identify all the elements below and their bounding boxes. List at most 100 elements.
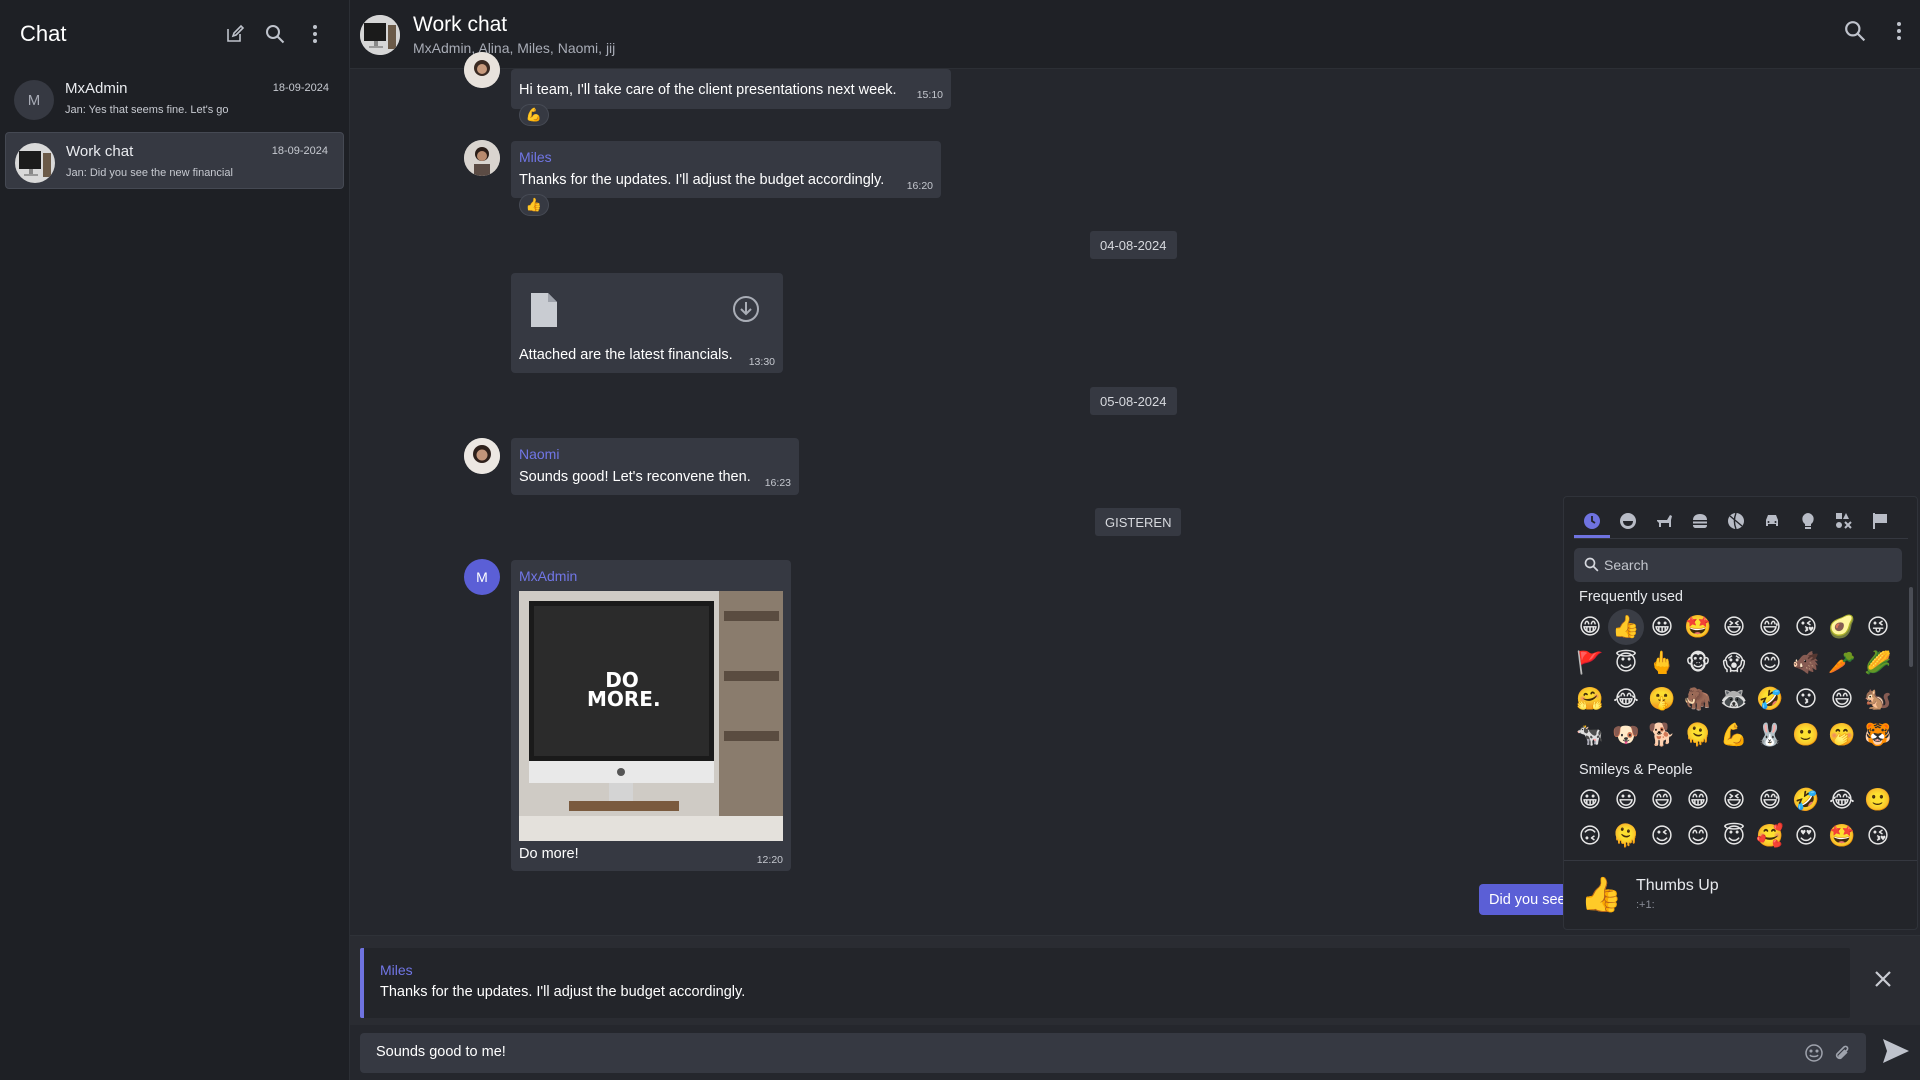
avatar: M: [464, 559, 500, 595]
emoji-option[interactable]: 😇: [1716, 818, 1752, 854]
emoji-option[interactable]: 🥰: [1752, 818, 1788, 854]
emoji-option[interactable]: 🤗: [1572, 681, 1608, 717]
objects-bulb-icon[interactable]: [1790, 507, 1826, 535]
emoji-option[interactable]: 😗: [1788, 681, 1824, 717]
activity-icon[interactable]: [1718, 507, 1754, 535]
emoji-option[interactable]: 🐰: [1752, 717, 1788, 753]
emoji-option[interactable]: 😂: [1824, 782, 1860, 818]
reaction-badge[interactable]: 👍: [519, 194, 549, 216]
chat-title: Work chat: [413, 13, 508, 36]
image-caption-art: DO MORE.: [587, 668, 661, 711]
file-icon: [531, 293, 557, 332]
emoji-option[interactable]: 😉: [1644, 818, 1680, 854]
emoji-option[interactable]: 🙂: [1788, 717, 1824, 753]
emoji-option[interactable]: 🤣: [1752, 681, 1788, 717]
emoji-option[interactable]: 😅: [1752, 782, 1788, 818]
emoji-option[interactable]: 🥕: [1824, 645, 1860, 681]
emoji-option[interactable]: 🐄: [1572, 717, 1608, 753]
emoji-option[interactable]: 🌽: [1860, 645, 1896, 681]
emoji-option[interactable]: 😘: [1788, 609, 1824, 645]
message-input[interactable]: Sounds good to me!: [360, 1033, 1866, 1073]
search-icon[interactable]: [261, 20, 289, 48]
sidebar-header: Chat: [0, 0, 349, 67]
emoji-option[interactable]: 😱: [1716, 645, 1752, 681]
message-bubble[interactable]: Naomi Sounds good! Let's reconvene then.…: [511, 438, 799, 495]
emoji-option[interactable]: 😁: [1680, 782, 1716, 818]
emoji-option[interactable]: 🙃: [1572, 818, 1608, 854]
emoji-option[interactable]: 😁: [1572, 609, 1608, 645]
message-bubble[interactable]: Hi team, I'll take care of the client pr…: [511, 69, 951, 109]
more-menu-icon[interactable]: [1896, 20, 1902, 47]
emoji-option[interactable]: 👍: [1608, 609, 1644, 645]
emoji-option[interactable]: 😊: [1680, 818, 1716, 854]
emoji-option[interactable]: 🐿️: [1860, 681, 1896, 717]
send-icon[interactable]: [1882, 1038, 1910, 1069]
search-icon[interactable]: [1844, 20, 1866, 47]
close-icon[interactable]: [1874, 968, 1892, 994]
emoji-option[interactable]: 🖕: [1644, 645, 1680, 681]
emoji-option[interactable]: 😍: [1788, 818, 1824, 854]
smiley-icon[interactable]: [1610, 507, 1646, 535]
emoji-option[interactable]: 🤫: [1644, 681, 1680, 717]
avatar: [464, 438, 500, 474]
emoji-option[interactable]: 🥑: [1824, 609, 1860, 645]
reply-text: Thanks for the updates. I'll adjust the …: [380, 984, 746, 1000]
symbols-icon[interactable]: [1826, 507, 1862, 535]
emoji-option[interactable]: 😜: [1860, 609, 1896, 645]
image-message-bubble[interactable]: MxAdmin DO MORE. Do more! 12:20: [511, 560, 791, 871]
more-menu-icon[interactable]: [301, 20, 329, 48]
emoji-search-input[interactable]: Search: [1574, 548, 1902, 582]
emoji-option[interactable]: 🐕: [1644, 717, 1680, 753]
group-avatar[interactable]: [360, 15, 400, 55]
emoji-option[interactable]: 🦣: [1680, 681, 1716, 717]
chat-list-item-mxadmin[interactable]: M MxAdmin 18-09-2024 Jan: Yes that seems…: [5, 70, 344, 127]
emoji-icon[interactable]: [1804, 1043, 1824, 1068]
emoji-option[interactable]: 😀: [1644, 609, 1680, 645]
new-chat-icon[interactable]: [221, 20, 249, 48]
emoji-option[interactable]: 🐯: [1860, 717, 1896, 753]
animal-icon[interactable]: [1646, 507, 1682, 535]
emoji-option[interactable]: 💪: [1716, 717, 1752, 753]
download-icon[interactable]: [732, 295, 760, 328]
paperclip-icon[interactable]: [1832, 1043, 1852, 1068]
emoji-option[interactable]: 😅: [1752, 609, 1788, 645]
travel-car-icon[interactable]: [1754, 507, 1790, 535]
emoji-option[interactable]: 😄: [1824, 681, 1860, 717]
emoji-option[interactable]: 🙂: [1860, 782, 1896, 818]
emoji-option[interactable]: 🤩: [1680, 609, 1716, 645]
emoji-option[interactable]: 😃: [1608, 782, 1644, 818]
emoji-option[interactable]: 😂: [1608, 681, 1644, 717]
recent-clock-icon[interactable]: [1574, 507, 1610, 535]
emoji-option[interactable]: 🐵: [1680, 645, 1716, 681]
picker-scrollbar[interactable]: [1909, 587, 1913, 667]
preview-emoji: 👍: [1580, 876, 1623, 914]
emoji-option[interactable]: 😆: [1716, 782, 1752, 818]
reply-preview[interactable]: Miles Thanks for the updates. I'll adjus…: [360, 948, 1850, 1018]
emoji-option[interactable]: 🦝: [1716, 681, 1752, 717]
divider: [1574, 538, 1908, 539]
message-bubble[interactable]: Miles Thanks for the updates. I'll adjus…: [511, 141, 941, 198]
emoji-option[interactable]: 😊: [1752, 645, 1788, 681]
emoji-option[interactable]: 🫠: [1680, 717, 1716, 753]
emoji-option[interactable]: 🐶: [1608, 717, 1644, 753]
emoji-option[interactable]: 😀: [1572, 782, 1608, 818]
own-message-bubble[interactable]: Did you see: [1479, 884, 1576, 915]
file-message-bubble[interactable]: Attached are the latest financials. 13:3…: [511, 273, 783, 373]
emoji-option[interactable]: 😘: [1860, 818, 1896, 854]
chat-header: Work chat MxAdmin, Alina, Miles, Naomi, …: [350, 0, 1920, 69]
emoji-option[interactable]: 😇: [1608, 645, 1644, 681]
emoji-option[interactable]: 🤩: [1824, 818, 1860, 854]
emoji-option[interactable]: 🐗: [1788, 645, 1824, 681]
reaction-badge[interactable]: 💪: [519, 104, 549, 126]
emoji-option[interactable]: 🫠: [1608, 818, 1644, 854]
emoji-option[interactable]: 🚩: [1572, 645, 1608, 681]
emoji-option[interactable]: 🤭: [1824, 717, 1860, 753]
food-icon[interactable]: [1682, 507, 1718, 535]
emoji-option[interactable]: 😆: [1716, 609, 1752, 645]
message-image[interactable]: DO MORE.: [519, 591, 783, 841]
emoji-option[interactable]: 🤣: [1788, 782, 1824, 818]
flag-icon[interactable]: [1862, 507, 1898, 535]
message-text: Thanks for the updates. I'll adjust the …: [519, 172, 885, 188]
chat-list-item-work-chat[interactable]: Work chat 18-09-2024 Jan: Did you see th…: [5, 132, 344, 189]
emoji-option[interactable]: 😄: [1644, 782, 1680, 818]
